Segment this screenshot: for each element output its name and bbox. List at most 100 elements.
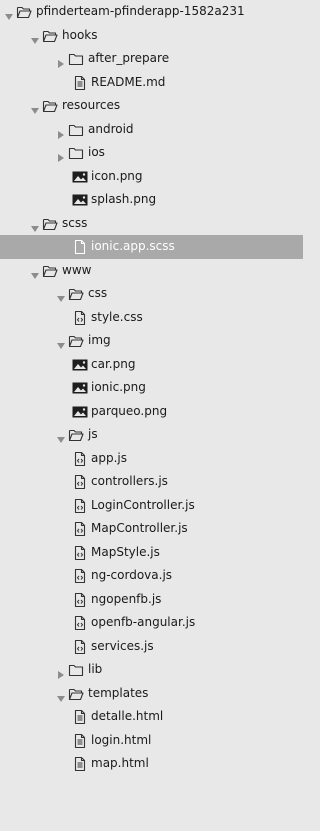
tree-item-label: car.png <box>91 356 136 371</box>
tree-file-openfb-angular-js[interactable]: openfb-angular.js <box>0 611 303 635</box>
tree-root-folder[interactable]: pfinderteam-pfinderapp-1582a231 <box>0 0 303 24</box>
folder-icon <box>68 51 84 67</box>
tree-file-ngopenfb-js[interactable]: ngopenfb.js <box>0 588 303 612</box>
tree-file-map-html[interactable]: map.html <box>0 752 303 776</box>
folder-open-icon <box>68 427 84 443</box>
tree-file-login-html[interactable]: login.html <box>0 729 303 753</box>
chevron-down-icon[interactable] <box>30 266 40 279</box>
tree-item-label: ngopenfb.js <box>91 591 162 606</box>
tree-item-label: resources <box>62 98 121 112</box>
tree-folder-css[interactable]: css <box>0 282 303 306</box>
tree-item-label: login.html <box>91 732 152 747</box>
tree-item-label: ng-cordova.js <box>91 568 173 582</box>
image-file-icon <box>72 404 88 420</box>
image-file-icon <box>72 380 88 396</box>
tree-file-mapstyle-js[interactable]: MapStyle.js <box>0 541 303 565</box>
file-tree-sidebar: pfinderteam-pfinderapp-1582a231 hooks af… <box>0 0 303 831</box>
tree-folder-img[interactable]: img <box>0 329 303 353</box>
folder-open-icon <box>68 286 84 302</box>
chevron-right-icon[interactable] <box>56 54 66 68</box>
tree-folder-js[interactable]: js <box>0 423 303 447</box>
tree-file-ionic-png[interactable]: ionic.png <box>0 376 303 400</box>
tree-item-label: parqueo.png <box>91 403 168 418</box>
tree-item-label: ionic.app.scss <box>91 239 175 253</box>
tree-file-icon-png[interactable]: icon.png <box>0 165 303 189</box>
folder-icon <box>68 145 84 161</box>
tree-item-label: splash.png <box>91 192 157 206</box>
tree-item-label: css <box>88 286 108 300</box>
tree-file-parqueo-png[interactable]: parqueo.png <box>0 400 303 424</box>
tree-file-style-css[interactable]: style.css <box>0 306 303 330</box>
chevron-down-icon[interactable] <box>4 7 14 20</box>
tree-folder-hooks[interactable]: hooks <box>0 24 303 48</box>
tree-folder-lib[interactable]: lib <box>0 658 303 682</box>
tree-file-car-png[interactable]: car.png <box>0 353 303 377</box>
text-file-icon <box>72 756 88 772</box>
text-file-icon <box>72 709 88 725</box>
folder-open-icon <box>16 4 32 20</box>
tree-file-splash-png[interactable]: splash.png <box>0 188 303 212</box>
image-file-icon <box>72 169 88 185</box>
folder-open-icon <box>42 28 58 44</box>
chevron-down-icon[interactable] <box>56 689 66 702</box>
folder-open-icon <box>42 98 58 114</box>
code-file-icon <box>72 568 88 584</box>
tree-item-label: LoginController.js <box>91 497 195 512</box>
tree-item-label: hooks <box>62 27 98 42</box>
folder-icon <box>68 662 84 678</box>
tree-file-logincontroller-js[interactable]: LoginController.js <box>0 494 303 518</box>
folder-open-icon <box>42 263 58 279</box>
tree-item-label: www <box>62 262 92 277</box>
tree-file-controllers-js[interactable]: controllers.js <box>0 470 303 494</box>
chevron-down-icon[interactable] <box>30 31 40 44</box>
code-file-icon <box>72 521 88 537</box>
tree-item-label: openfb-angular.js <box>91 615 196 629</box>
text-file-icon <box>72 733 88 749</box>
tree-item-label: ionic.png <box>91 380 146 394</box>
folder-open-icon <box>42 216 58 232</box>
tree-file-services-js[interactable]: services.js <box>0 635 303 659</box>
tree-file-ionic-app-scss[interactable]: ionic.app.scss <box>0 235 303 259</box>
code-file-icon <box>72 615 88 631</box>
code-file-icon <box>72 545 88 561</box>
tree-file-readme-md[interactable]: README.md <box>0 71 303 95</box>
tree-folder-android[interactable]: android <box>0 118 303 142</box>
tree-item-label: lib <box>88 662 103 676</box>
tree-item-label: map.html <box>91 756 149 770</box>
chevron-down-icon[interactable] <box>30 101 40 114</box>
tree-item-label: style.css <box>91 309 143 324</box>
tree-file-detalle-html[interactable]: detalle.html <box>0 705 303 729</box>
chevron-down-icon[interactable] <box>56 430 66 443</box>
tree-item-label: android <box>88 121 134 136</box>
tree-folder-templates[interactable]: templates <box>0 682 303 706</box>
tree-folder-resources[interactable]: resources <box>0 94 303 118</box>
code-file-icon <box>72 592 88 608</box>
tree-file-ng-cordova-js[interactable]: ng-cordova.js <box>0 564 303 588</box>
chevron-down-icon[interactable] <box>56 336 66 349</box>
tree-folder-after-prepare[interactable]: after_prepare <box>0 47 303 71</box>
code-file-icon <box>72 310 88 326</box>
chevron-right-icon[interactable] <box>56 148 66 162</box>
tree-folder-www[interactable]: www <box>0 259 303 283</box>
chevron-right-icon[interactable] <box>56 125 66 139</box>
tree-item-label: pfinderteam-pfinderapp-1582a231 <box>36 4 245 18</box>
tree-item-label: scss <box>62 215 88 230</box>
tree-item-label: img <box>88 333 111 347</box>
code-file-icon <box>72 498 88 514</box>
code-file-icon <box>72 451 88 467</box>
tree-item-label: README.md <box>91 74 166 89</box>
tree-file-mapcontroller-js[interactable]: MapController.js <box>0 517 303 541</box>
chevron-right-icon[interactable] <box>56 665 66 679</box>
tree-folder-scss[interactable]: scss <box>0 212 303 236</box>
tree-item-label: controllers.js <box>91 474 168 488</box>
tree-folder-ios[interactable]: ios <box>0 141 303 165</box>
chevron-down-icon[interactable] <box>30 219 40 232</box>
image-file-icon <box>72 357 88 373</box>
folder-open-icon <box>68 686 84 702</box>
chevron-down-icon[interactable] <box>56 289 66 302</box>
tree-item-label: detalle.html <box>91 709 164 723</box>
tree-item-label: app.js <box>91 450 127 465</box>
tree-file-app-js[interactable]: app.js <box>0 447 303 471</box>
tree-item-label: ios <box>88 145 105 159</box>
code-file-icon <box>72 639 88 655</box>
